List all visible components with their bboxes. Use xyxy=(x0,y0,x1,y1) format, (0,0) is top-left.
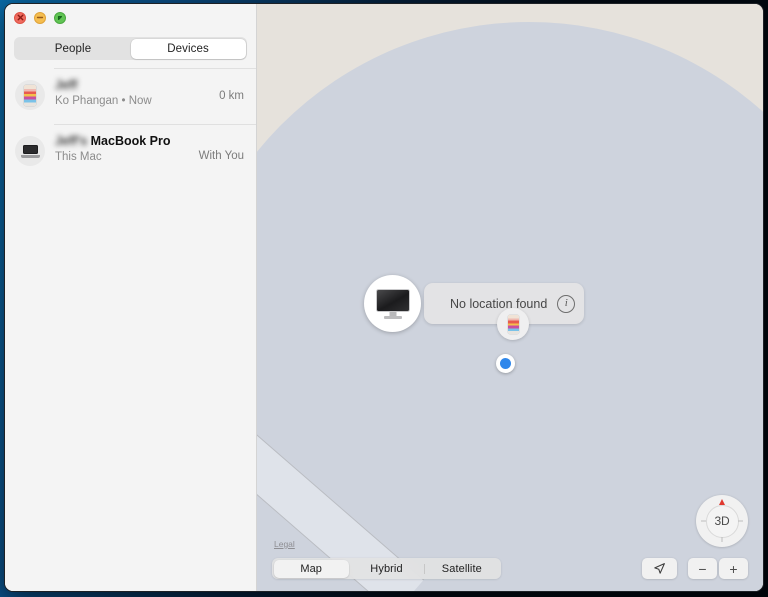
legal-link[interactable]: Legal xyxy=(274,539,295,549)
list-item-title: Jeff xyxy=(55,78,215,93)
laptop-icon xyxy=(15,136,45,166)
people-devices-segmented-control[interactable]: People Devices xyxy=(14,37,247,60)
zoom-button[interactable] xyxy=(54,11,66,24)
find-my-window: People Devices Jeff Ko Phangan • Now 0 k… xyxy=(4,3,764,592)
zoom-in-button[interactable]: + xyxy=(719,558,748,579)
tab-people[interactable]: People xyxy=(16,39,131,59)
list-item[interactable]: Jeff's MacBook Pro This Mac With You xyxy=(5,124,256,180)
compass-label: 3D xyxy=(705,504,739,538)
minus-icon xyxy=(36,16,44,19)
laptop-glyph xyxy=(20,144,40,158)
list-item-body: Jeff's MacBook Pro This Mac xyxy=(45,134,199,165)
device-name: MacBook Pro xyxy=(87,134,171,148)
person-photo-avatar-icon xyxy=(15,80,45,110)
blue-dot-core xyxy=(500,358,511,369)
list-item[interactable]: Jeff Ko Phangan • Now 0 km xyxy=(5,68,256,124)
tab-devices[interactable]: Devices xyxy=(130,38,246,59)
close-icon xyxy=(17,14,23,21)
person-photo xyxy=(507,314,519,334)
sidebar-tabbar: People Devices xyxy=(5,31,256,68)
sidebar: People Devices Jeff Ko Phangan • Now 0 k… xyxy=(5,4,257,591)
compass-3d-button[interactable]: 3D xyxy=(696,495,748,547)
map-type-segmented-control[interactable]: Map Hybrid Satellite xyxy=(272,558,501,579)
map-pin-device[interactable] xyxy=(364,275,421,332)
list-item-title: Jeff's MacBook Pro xyxy=(55,134,195,149)
person-photo xyxy=(24,84,36,106)
redacted-name: Jeff xyxy=(55,78,78,92)
map-pin-person[interactable] xyxy=(497,308,529,340)
info-icon[interactable]: i xyxy=(557,294,576,313)
device-list: Jeff Ko Phangan • Now 0 km Jeff's MacBoo… xyxy=(5,68,256,591)
fullscreen-icon xyxy=(57,15,63,20)
compass-north-needle-icon xyxy=(719,499,725,505)
compass-tick-east xyxy=(738,520,743,522)
window-titlebar xyxy=(5,4,256,31)
map-user-location-dot xyxy=(496,354,515,373)
list-item-distance: 0 km xyxy=(219,90,244,102)
imac-display-icon xyxy=(375,288,410,319)
close-button[interactable] xyxy=(14,11,26,24)
map-type-map[interactable]: Map xyxy=(273,559,349,578)
locate-arrow-icon xyxy=(654,563,665,574)
list-item-subtitle: Ko Phangan • Now xyxy=(55,95,152,107)
redacted-name: Jeff's xyxy=(55,134,88,148)
map-type-hybrid[interactable]: Hybrid xyxy=(349,560,424,578)
compass-tick-south xyxy=(721,537,723,542)
map-zoom-controls[interactable]: − + xyxy=(688,558,748,579)
map-type-satellite[interactable]: Satellite xyxy=(424,560,499,578)
compass-tick-west xyxy=(701,520,706,522)
list-item-status: With You xyxy=(198,150,244,162)
map-canvas[interactable]: No location found i Legal Map Hybrid Sat… xyxy=(257,4,763,591)
list-item-subtitle: This Mac xyxy=(55,151,102,163)
list-item-body: Jeff Ko Phangan • Now xyxy=(45,78,219,109)
minimize-button[interactable] xyxy=(34,11,46,24)
zoom-out-button[interactable]: − xyxy=(688,558,717,579)
callout-text: No location found xyxy=(450,296,548,311)
locate-me-button[interactable] xyxy=(642,558,677,579)
